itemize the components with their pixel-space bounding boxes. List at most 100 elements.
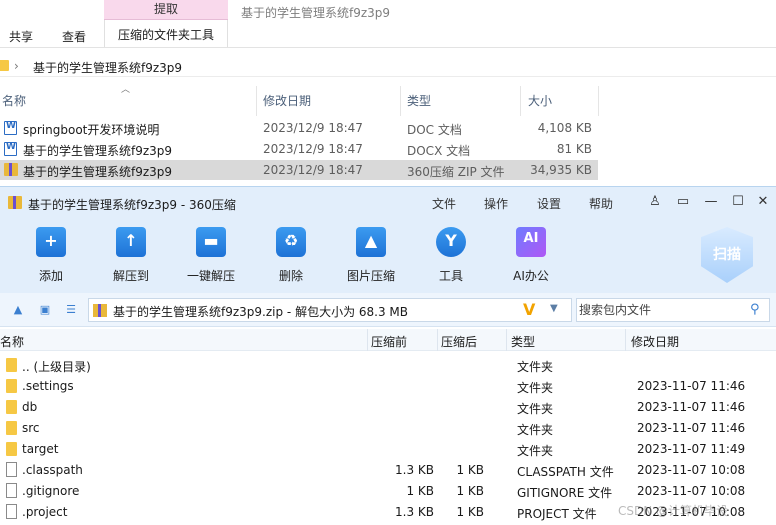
entry-type: 文件夹 bbox=[517, 360, 554, 374]
column-divider[interactable] bbox=[437, 329, 438, 351]
entry-unpacked-size: 1 KB bbox=[456, 505, 484, 519]
column-size[interactable]: 大小 bbox=[528, 92, 552, 109]
menu-file[interactable]: 文件 bbox=[432, 195, 456, 212]
archive-path-text: 基于的学生管理系统f9z3p9.zip - 解包大小为 68.3 MB bbox=[113, 305, 409, 319]
tab-share[interactable]: 共享 bbox=[9, 28, 33, 45]
extract-to-button[interactable]: ↑ 解压到 bbox=[96, 227, 166, 284]
tab-view[interactable]: 查看 bbox=[62, 28, 86, 45]
column-date[interactable]: 修改日期 bbox=[631, 333, 679, 350]
file-row[interactable]: springboot开发环境说明 2023/12/9 18:47 DOC 文档 … bbox=[0, 118, 598, 138]
list-item[interactable]: .classpath 1.3 KB 1 KB CLASSPATH 文件 2023… bbox=[0, 460, 776, 481]
file-date: 2023/12/9 18:47 bbox=[263, 121, 363, 135]
file-row[interactable]: 基于的学生管理系统f9z3p9 2023/12/9 18:47 DOCX 文档 … bbox=[0, 139, 598, 159]
entry-name: src bbox=[22, 421, 40, 435]
menu-settings[interactable]: 设置 bbox=[537, 195, 561, 212]
chevron-right-icon[interactable]: › bbox=[14, 59, 19, 73]
tools-label: 工具 bbox=[438, 269, 463, 283]
list-item[interactable]: .gitignore 1 KB 1 KB GITIGNORE 文件 2023-1… bbox=[0, 481, 776, 502]
search-box[interactable]: ⚲ bbox=[576, 298, 770, 322]
list-item[interactable]: target 文件夹 2023-11-07 11:49 bbox=[0, 439, 776, 460]
view-list-icon[interactable]: ☰ bbox=[64, 303, 78, 316]
ribbon-divider bbox=[0, 47, 776, 48]
extract-to-icon: ↑ bbox=[116, 227, 146, 257]
folder-icon bbox=[6, 379, 17, 393]
v-logo-icon[interactable]: V bbox=[523, 300, 535, 319]
entry-date: 2023-11-07 10:08 bbox=[637, 484, 746, 498]
file-name: springboot开发环境说明 bbox=[23, 123, 160, 137]
search-icon[interactable]: ⚲ bbox=[750, 302, 760, 317]
entry-name: .classpath bbox=[22, 463, 83, 477]
column-unpacked[interactable]: 压缩后 bbox=[441, 333, 477, 350]
entry-type: 文件夹 bbox=[517, 381, 554, 395]
file-icon bbox=[6, 483, 17, 498]
list-item[interactable]: db 文件夹 2023-11-07 11:46 bbox=[0, 397, 776, 418]
delete-button[interactable]: ♻ 删除 bbox=[256, 227, 326, 284]
column-type[interactable]: 类型 bbox=[407, 92, 431, 109]
explorer-column-header: ︿ 名称 修改日期 类型 大小 bbox=[0, 85, 600, 116]
entry-type: 文件夹 bbox=[517, 423, 554, 437]
column-name[interactable]: 名称 bbox=[0, 333, 24, 350]
folder-icon bbox=[6, 358, 17, 372]
ai-office-button[interactable]: AI AI办公 bbox=[496, 227, 566, 284]
maximize-icon[interactable]: ☐ bbox=[729, 193, 747, 211]
tools-button[interactable]: Y 工具 bbox=[416, 227, 486, 284]
one-click-extract-button[interactable]: ▬ 一键解压 bbox=[176, 227, 246, 284]
column-divider[interactable] bbox=[256, 86, 257, 116]
folder-icon bbox=[6, 442, 17, 456]
close-icon[interactable]: ✕ bbox=[754, 193, 772, 211]
menu-operation[interactable]: 操作 bbox=[484, 195, 508, 212]
column-date[interactable]: 修改日期 bbox=[263, 92, 311, 109]
file-icon bbox=[6, 504, 17, 519]
zip-window-title: 基于的学生管理系统f9z3p9 - 360压缩 bbox=[28, 198, 236, 212]
delete-label: 删除 bbox=[278, 269, 303, 283]
column-divider[interactable] bbox=[506, 329, 507, 351]
scan-button[interactable]: 扫描 bbox=[701, 227, 753, 283]
shirt-skin-icon[interactable]: ♙ bbox=[646, 193, 664, 211]
column-divider[interactable] bbox=[520, 86, 521, 116]
word-doc-icon bbox=[4, 121, 17, 135]
column-divider[interactable] bbox=[598, 86, 599, 116]
column-divider[interactable] bbox=[367, 329, 368, 351]
column-packed[interactable]: 压缩前 bbox=[371, 333, 407, 350]
minimize-icon[interactable]: — bbox=[702, 193, 720, 211]
menu-help[interactable]: 帮助 bbox=[589, 195, 613, 212]
address-path[interactable]: 基于的学生管理系统f9z3p9 bbox=[33, 59, 182, 76]
add-button[interactable]: + 添加 bbox=[16, 227, 86, 284]
search-input[interactable] bbox=[579, 302, 739, 318]
column-divider[interactable] bbox=[400, 86, 401, 116]
image-compress-icon: ▲ bbox=[356, 227, 386, 257]
file-row-selected[interactable]: 基于的学生管理系统f9z3p9 2023/12/9 18:47 360压缩 ZI… bbox=[0, 160, 598, 180]
address-bar[interactable]: › 基于的学生管理系统f9z3p9 bbox=[0, 55, 776, 77]
column-divider[interactable] bbox=[625, 329, 626, 351]
entry-name: .project bbox=[22, 505, 68, 519]
archive-path-box[interactable]: 基于的学生管理系统f9z3p9.zip - 解包大小为 68.3 MB V ▼ bbox=[88, 298, 572, 322]
list-item[interactable]: .. (上级目录) 文件夹 bbox=[0, 355, 776, 376]
tab-compressed-folder-tools[interactable]: 压缩的文件夹工具 bbox=[104, 20, 228, 48]
file-type: DOC 文档 bbox=[407, 123, 462, 137]
sort-ascending-icon: ︿ bbox=[121, 85, 131, 95]
explorer-ribbon: 提取 基于的学生管理系统f9z3p9 共享 查看 压缩的文件夹工具 bbox=[0, 0, 776, 50]
file-type: DOCX 文档 bbox=[407, 144, 471, 158]
file-date: 2023/12/9 18:47 bbox=[263, 142, 363, 156]
entry-date: 2023-11-07 10:08 bbox=[637, 463, 746, 477]
folder-icon bbox=[0, 60, 9, 71]
zip-titlebar[interactable]: 基于的学生管理系统f9z3p9 - 360压缩 文件 操作 设置 帮助 ♙ ▭ … bbox=[0, 187, 776, 219]
dropdown-arrow-icon[interactable]: ▼ bbox=[550, 303, 558, 314]
entry-date: 2023-11-07 11:46 bbox=[637, 400, 746, 414]
column-type[interactable]: 类型 bbox=[511, 333, 535, 350]
feedback-icon[interactable]: ▭ bbox=[674, 193, 692, 211]
zip-window: 基于的学生管理系统f9z3p9 - 360压缩 文件 操作 设置 帮助 ♙ ▭ … bbox=[0, 186, 776, 525]
entry-name: db bbox=[22, 400, 38, 414]
tools-icon: Y bbox=[436, 227, 466, 257]
image-compress-button[interactable]: ▲ 图片压缩 bbox=[336, 227, 406, 284]
zip-column-header: 名称 压缩前 压缩后 类型 修改日期 bbox=[0, 329, 776, 351]
entry-packed-size: 1.3 KB bbox=[395, 505, 434, 519]
add-icon: + bbox=[36, 227, 66, 257]
list-item[interactable]: src 文件夹 2023-11-07 11:46 bbox=[0, 418, 776, 439]
list-item[interactable]: .settings 文件夹 2023-11-07 11:46 bbox=[0, 376, 776, 397]
up-arrow-icon[interactable]: ▲ bbox=[11, 303, 25, 316]
column-name[interactable]: 名称 bbox=[2, 92, 26, 109]
tab-extract[interactable]: 提取 bbox=[104, 0, 228, 20]
zip-archive-icon bbox=[4, 163, 18, 176]
view-thumbnail-icon[interactable]: ▣ bbox=[38, 303, 52, 316]
